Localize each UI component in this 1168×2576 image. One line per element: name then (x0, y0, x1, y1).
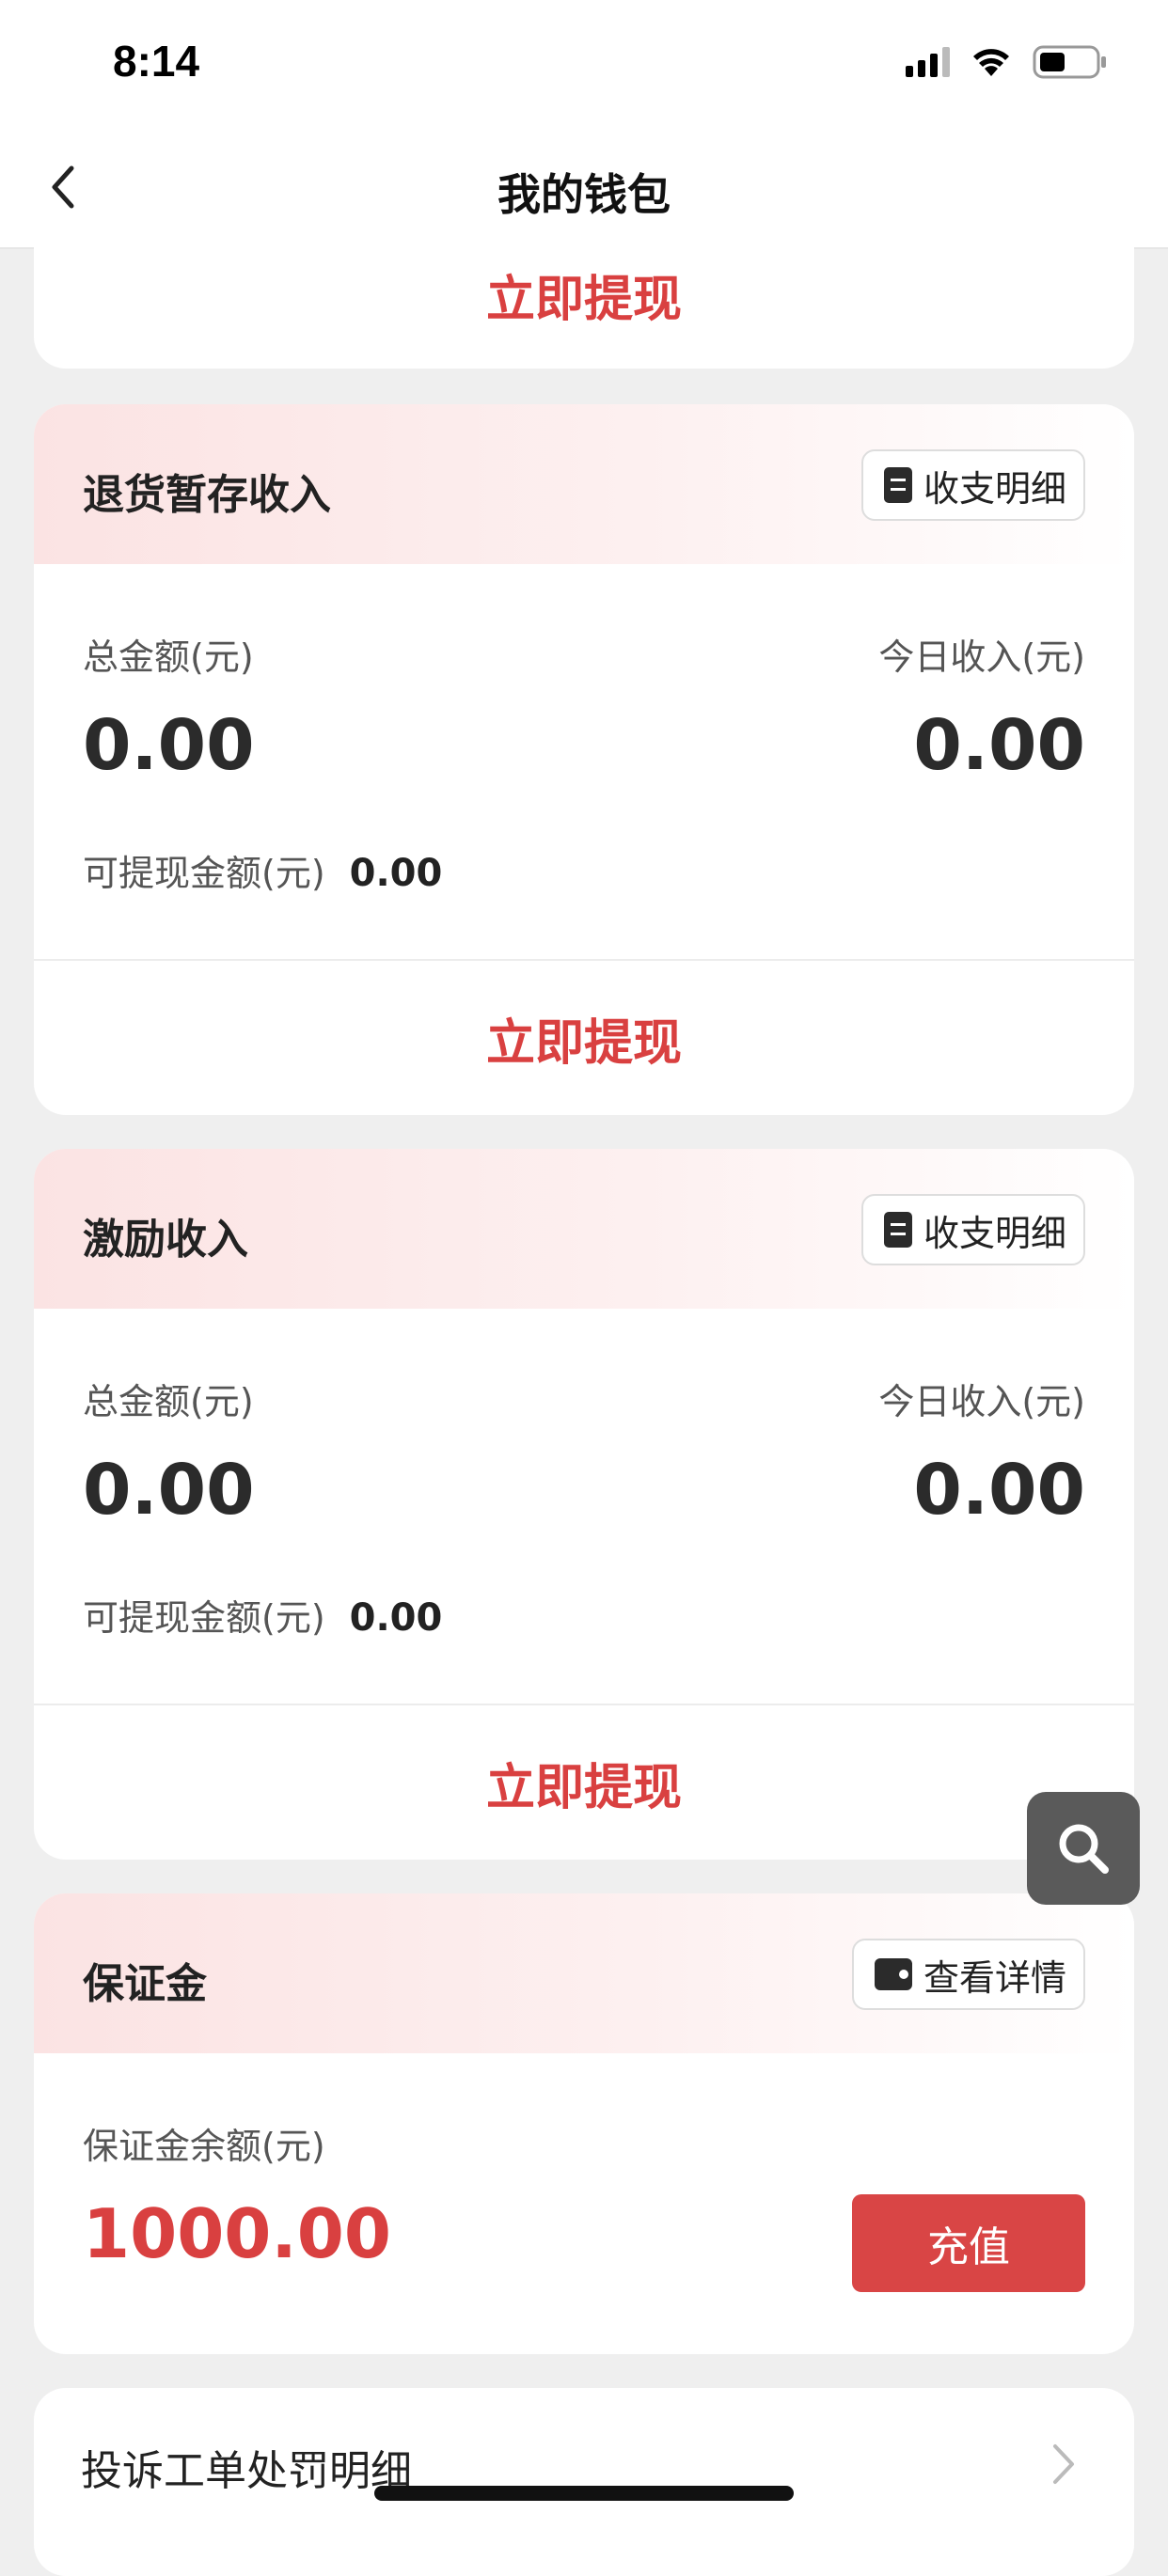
deposit-card: 保证金 查看详情 保证金余额(元) 1000.00 充值 (34, 1893, 1134, 2354)
view-details-button[interactable]: 查看详情 (851, 1939, 1085, 2010)
incentive-income-card: 激励收入 收支明细 总金额(元) 今日收入(元) 0.00 0.00 可提现金额… (34, 1149, 1134, 1860)
deposit-area: 保证金余额(元) 1000.00 充值 (34, 2053, 1134, 2354)
detail-button-label: 查看详情 (923, 1956, 1066, 1999)
card-title: 激励收入 (83, 1216, 248, 1264)
total-amount-value: 0.00 (83, 1450, 255, 1531)
document-icon (883, 467, 912, 503)
withdrawable-label: 可提现金额(元) (83, 1597, 325, 1639)
detail-button-label: 收支明细 (923, 467, 1066, 510)
withdraw-button[interactable]: 立即提现 (34, 961, 1134, 1115)
row-label: 投诉工单处罚明细 (81, 2447, 412, 2495)
card-header: 退货暂存收入 收支明细 (34, 404, 1134, 564)
wallet-icon (874, 1958, 912, 1990)
recharge-button[interactable]: 充值 (852, 2194, 1085, 2292)
total-amount-value: 0.00 (83, 705, 255, 786)
withdrawable-value: 0.00 (349, 1596, 443, 1640)
withdrawable-amount: 可提现金额(元) 0.00 (83, 844, 442, 896)
complaint-penalty-row[interactable]: 投诉工单处罚明细 (34, 2388, 1134, 2576)
battery-icon (1033, 44, 1108, 80)
total-amount-label: 总金额(元) (83, 636, 254, 678)
withdraw-button[interactable]: 立即提现 (34, 1705, 1134, 1860)
home-indicator (374, 2486, 794, 2501)
chevron-right-icon (1053, 2444, 1074, 2484)
today-income-label: 今日收入(元) (878, 636, 1085, 678)
search-icon (1059, 1824, 1109, 1874)
withdrawable-value: 0.00 (349, 852, 443, 895)
total-amount-label: 总金额(元) (83, 1381, 254, 1422)
cellular-signal-icon (906, 47, 950, 77)
status-icons (906, 43, 1108, 81)
today-income-value: 0.00 (913, 705, 1085, 786)
detail-button-label: 收支明细 (923, 1212, 1066, 1254)
floating-search-button[interactable] (1027, 1792, 1140, 1905)
deposit-balance-label: 保证金余额(元) (83, 2126, 325, 2167)
return-income-card: 退货暂存收入 收支明细 总金额(元) 今日收入(元) 0.00 0.00 可提现… (34, 404, 1134, 1115)
withdrawable-label: 可提现金额(元) (83, 853, 325, 894)
card-title: 退货暂存收入 (83, 471, 331, 519)
wifi-icon (971, 46, 1012, 78)
card-header: 保证金 查看详情 (34, 1893, 1134, 2053)
income-detail-button[interactable]: 收支明细 (860, 1194, 1085, 1265)
card-header: 激励收入 收支明细 (34, 1149, 1134, 1309)
withdraw-button[interactable]: 立即提现 (34, 222, 1134, 353)
amount-area: 总金额(元) 今日收入(元) 0.00 0.00 可提现金额(元) 0.00 (34, 1309, 1134, 1704)
today-income-value: 0.00 (913, 1450, 1085, 1531)
status-time: 8:14 (113, 37, 200, 86)
wallet-card-top: 立即提现 (34, 222, 1134, 369)
card-title: 保证金 (83, 1960, 207, 2008)
page-title: 我的钱包 (497, 169, 671, 220)
document-icon (883, 1212, 912, 1248)
amount-area: 总金额(元) 今日收入(元) 0.00 0.00 可提现金额(元) 0.00 (34, 564, 1134, 959)
deposit-balance-value: 1000.00 (83, 2194, 391, 2273)
income-detail-button[interactable]: 收支明细 (860, 449, 1085, 521)
today-income-label: 今日收入(元) (878, 1381, 1085, 1422)
withdrawable-amount: 可提现金额(元) 0.00 (83, 1589, 442, 1641)
status-bar: 8:14 (0, 0, 1168, 127)
